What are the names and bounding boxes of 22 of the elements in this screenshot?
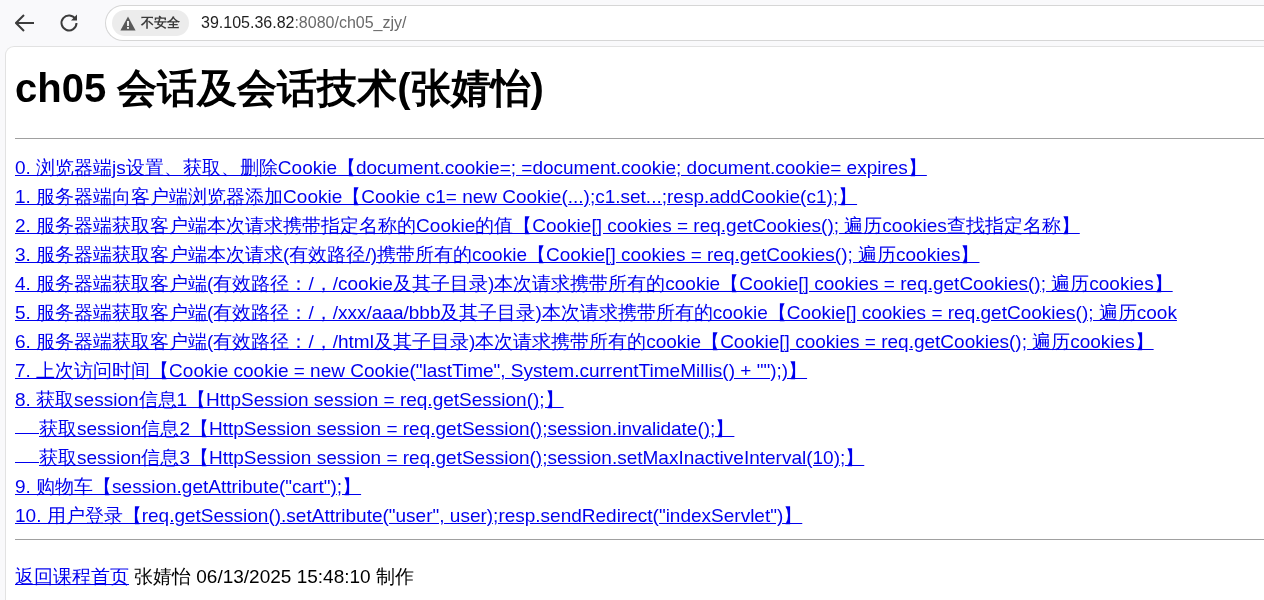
nav-link[interactable]: 3. 服务器端获取客户端本次请求(有效路径/)携带所有的cookie【Cookie[] cookies = req.getCookies(); 遍历cookies】: [15, 244, 980, 265]
nav-link[interactable]: 0. 浏览器端js设置、获取、删除Cookie【document.cookie=; =document.cookie; document.cookie= expires】: [15, 157, 927, 178]
nav-link[interactable]: 10. 用户登录【req.getSession().setAttribute("user", user);resp.sendRedirect("indexServlet")】: [15, 505, 803, 526]
url-text: 39.105.36.82:8080/ch05_zjy/: [201, 14, 407, 32]
back-arrow-icon: [15, 14, 35, 32]
nav-link[interactable]: 2. 服务器端获取客户端本次请求携带指定名称的Cookie的值【Cookie[] cookies = req.getCookies(); 遍历cookies查找指定名称】: [15, 215, 1080, 236]
nav-link[interactable]: 获取session信息3【HttpSession session = req.getSession();session.setMaxInactiveInterval(10);】: [15, 447, 865, 468]
nav-link[interactable]: 8. 获取session信息1【HttpSession session = req.getSession();】: [15, 389, 564, 410]
nav-link[interactable]: 6. 服务器端获取客户端(有效路径：/，/html及其子目录)本次请求携带所有的cookie【Cookie[] cookies = req.getCookies(); 遍历cookies】: [15, 331, 1154, 352]
nav-link[interactable]: 9. 购物车【session.getAttribute("cart");】: [15, 476, 362, 497]
address-bar[interactable]: 不安全 39.105.36.82:8080/ch05_zjy/: [105, 5, 1264, 41]
nav-link[interactable]: 5. 服务器端获取客户端(有效路径：/，/xxx/aaa/bbb及其子目录)本次请求携带所有的cookie【Cookie[] cookies = req.getCookies(); 遍历cook: [15, 302, 1177, 323]
nav-link[interactable]: 7. 上次访问时间【Cookie cookie = new Cookie("lastTime", System.currentTimeMillis() + "");)】: [15, 360, 808, 381]
nav-link[interactable]: 4. 服务器端获取客户端(有效路径：/，/cookie及其子目录)本次请求携带所有的cookie【Cookie[] cookies = req.getCookies(); 遍历cookies】: [15, 273, 1173, 294]
nav-link[interactable]: 1. 服务器端向客户端浏览器添加Cookie【Cookie c1= new Cookie(...);c1.set...;resp.addCookie(c1);】: [15, 186, 858, 207]
reload-icon: [59, 13, 79, 33]
page-heading: ch05 会话及会话技术(张婧怡): [15, 65, 544, 112]
nav-link[interactable]: 获取session信息2【HttpSession session = req.getSession();session.invalidate();】: [15, 418, 735, 439]
footer-text: 张婧怡 06/13/2025 15:48:10 制作: [134, 565, 414, 589]
security-chip[interactable]: 不安全: [112, 10, 189, 36]
warning-icon: [120, 15, 136, 31]
home-link[interactable]: 返回课程首页: [15, 563, 129, 591]
